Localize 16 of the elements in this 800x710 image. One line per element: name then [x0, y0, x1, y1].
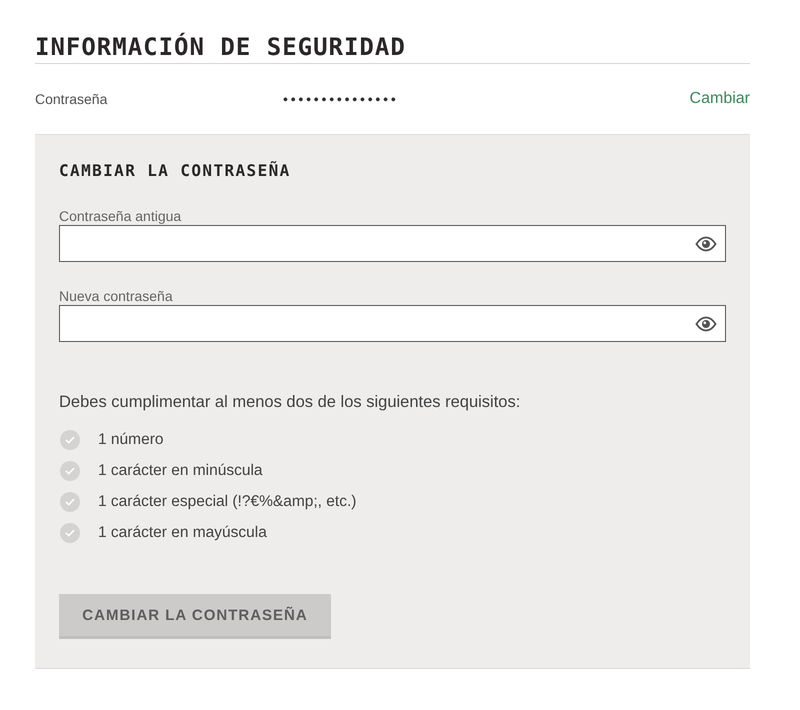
password-label: Contraseña — [35, 91, 108, 107]
requirement-text: 1 carácter en mayúscula — [98, 524, 267, 542]
eye-icon[interactable] — [695, 236, 717, 252]
masked-password: ••••••••••••••• — [283, 91, 400, 107]
requirements-text: Debes cumplimentar al menos dos de los siguientes requisitos: — [59, 392, 522, 412]
field-label: Contraseña antigua — [59, 207, 182, 225]
field-label: Nueva contraseña — [59, 287, 174, 305]
change-link[interactable]: Cambiar — [690, 90, 750, 108]
requirement-text: 1 carácter en minúscula — [98, 462, 263, 480]
password-field[interactable] — [59, 225, 726, 262]
requirement-text: 1 número — [98, 430, 164, 448]
requirement-text: 1 carácter especial (!?€%&amp;, etc.) — [98, 492, 356, 510]
eye-icon[interactable] — [695, 316, 717, 332]
password-field[interactable] — [59, 305, 726, 342]
panel-title: CAMBIAR LA CONTRASEÑA — [59, 160, 292, 182]
section-title: INFORMACIÓN DE SEGURIDAD — [35, 32, 750, 64]
